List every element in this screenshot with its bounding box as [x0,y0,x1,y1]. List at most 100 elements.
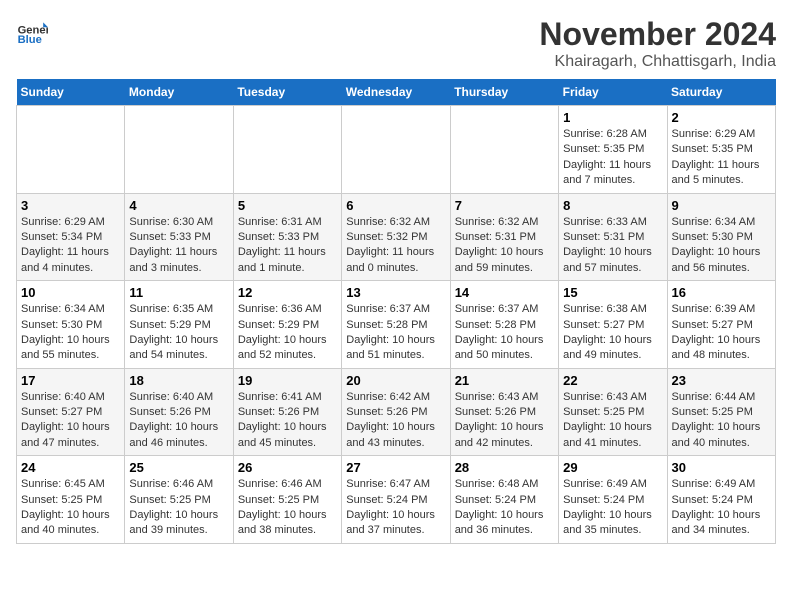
cell-content: Sunrise: 6:34 AM Sunset: 5:30 PM Dayligh… [21,302,120,364]
weekday-header: Saturday [667,79,775,106]
day-number: 28 [455,460,554,475]
day-number: 16 [672,285,771,300]
day-number: 15 [563,285,662,300]
calendar-cell [125,106,233,194]
cell-content: Sunrise: 6:28 AM Sunset: 5:35 PM Dayligh… [563,127,662,189]
weekday-header: Sunday [17,79,125,106]
calendar-week-row: 1 Sunrise: 6:28 AM Sunset: 5:35 PM Daylig… [17,106,776,194]
header: General Blue November 2024 Khairagarh, C… [16,16,776,71]
calendar-cell: 28Sunrise: 6:48 AM Sunset: 5:24 PM Dayli… [450,456,558,544]
calendar-cell [450,106,558,194]
cell-content: Sunrise: 6:33 AM Sunset: 5:31 PM Dayligh… [563,215,662,277]
weekday-header-row: SundayMondayTuesdayWednesdayThursdayFrid… [17,79,776,106]
weekday-header: Thursday [450,79,558,106]
cell-content: Sunrise: 6:45 AM Sunset: 5:25 PM Dayligh… [21,477,120,539]
day-number: 29 [563,460,662,475]
day-number: 14 [455,285,554,300]
day-number: 11 [129,285,228,300]
calendar-cell: 30 Sunrise: 6:49 AM Sunset: 5:24 PM Dayli… [667,456,775,544]
cell-content: Sunrise: 6:32 AM Sunset: 5:31 PM Dayligh… [455,215,554,277]
calendar-cell: 15 Sunrise: 6:38 AM Sunset: 5:27 PM Dayli… [559,281,667,369]
cell-content: Sunrise: 6:40 AM Sunset: 5:26 PM Dayligh… [129,390,228,452]
calendar-cell: 14 Sunrise: 6:37 AM Sunset: 5:28 PM Dayli… [450,281,558,369]
day-number: 17 [21,373,120,388]
calendar-cell: 25Sunrise: 6:46 AM Sunset: 5:25 PM Dayli… [125,456,233,544]
calendar-cell [233,106,341,194]
day-number: 8 [563,198,662,213]
day-number: 12 [238,285,337,300]
day-number: 7 [455,198,554,213]
cell-content: Sunrise: 6:39 AM Sunset: 5:27 PM Dayligh… [672,302,771,364]
day-number: 9 [672,198,771,213]
day-number: 19 [238,373,337,388]
calendar-cell: 23Sunrise: 6:44 AM Sunset: 5:25 PM Dayli… [667,368,775,456]
calendar-cell: 27 Sunrise: 6:47 AM Sunset: 5:24 PM Dayli… [342,456,450,544]
calendar-cell: 12 Sunrise: 6:36 AM Sunset: 5:29 PM Dayli… [233,281,341,369]
day-number: 20 [346,373,445,388]
calendar-cell: 20 Sunrise: 6:42 AM Sunset: 5:26 PM Dayli… [342,368,450,456]
cell-content: Sunrise: 6:41 AM Sunset: 5:26 PM Dayligh… [238,390,337,452]
cell-content: Sunrise: 6:44 AM Sunset: 5:25 PM Dayligh… [672,390,771,452]
day-number: 2 [672,110,771,125]
cell-content: Sunrise: 6:32 AM Sunset: 5:32 PM Dayligh… [346,215,445,277]
cell-content: Sunrise: 6:49 AM Sunset: 5:24 PM Dayligh… [672,477,771,539]
calendar-cell: 13Sunrise: 6:37 AM Sunset: 5:28 PM Dayli… [342,281,450,369]
calendar-cell: 8 Sunrise: 6:33 AM Sunset: 5:31 PM Daylig… [559,193,667,281]
calendar-cell: 29 Sunrise: 6:49 AM Sunset: 5:24 PM Dayli… [559,456,667,544]
day-number: 10 [21,285,120,300]
cell-content: Sunrise: 6:40 AM Sunset: 5:27 PM Dayligh… [21,390,120,452]
cell-content: Sunrise: 6:36 AM Sunset: 5:29 PM Dayligh… [238,302,337,364]
cell-content: Sunrise: 6:46 AM Sunset: 5:25 PM Dayligh… [238,477,337,539]
calendar-cell: 2 Sunrise: 6:29 AM Sunset: 5:35 PM Daylig… [667,106,775,194]
day-number: 18 [129,373,228,388]
calendar-cell [342,106,450,194]
day-number: 21 [455,373,554,388]
calendar-cell: 18 Sunrise: 6:40 AM Sunset: 5:26 PM Dayli… [125,368,233,456]
calendar-cell: 9 Sunrise: 6:34 AM Sunset: 5:30 PM Daylig… [667,193,775,281]
calendar-cell: 24 Sunrise: 6:45 AM Sunset: 5:25 PM Dayli… [17,456,125,544]
calendar-cell: 10 Sunrise: 6:34 AM Sunset: 5:30 PM Dayli… [17,281,125,369]
weekday-header: Wednesday [342,79,450,106]
cell-content: Sunrise: 6:43 AM Sunset: 5:25 PM Dayligh… [563,390,662,452]
calendar-table: SundayMondayTuesdayWednesdayThursdayFrid… [16,79,776,544]
calendar-week-row: 24 Sunrise: 6:45 AM Sunset: 5:25 PM Dayli… [17,456,776,544]
calendar-cell: 17 Sunrise: 6:40 AM Sunset: 5:27 PM Dayli… [17,368,125,456]
weekday-header: Friday [559,79,667,106]
cell-content: Sunrise: 6:47 AM Sunset: 5:24 PM Dayligh… [346,477,445,539]
svg-text:Blue: Blue [18,34,42,46]
day-number: 22 [563,373,662,388]
calendar-cell: 1 Sunrise: 6:28 AM Sunset: 5:35 PM Daylig… [559,106,667,194]
day-number: 27 [346,460,445,475]
calendar-week-row: 17 Sunrise: 6:40 AM Sunset: 5:27 PM Dayli… [17,368,776,456]
day-number: 5 [238,198,337,213]
day-number: 6 [346,198,445,213]
day-number: 1 [563,110,662,125]
subtitle: Khairagarh, Chhattisgarh, India [539,53,776,71]
day-number: 24 [21,460,120,475]
main-title: November 2024 [539,16,776,53]
calendar-cell: 11 Sunrise: 6:35 AM Sunset: 5:29 PM Dayli… [125,281,233,369]
day-number: 13 [346,285,445,300]
calendar-cell: 6 Sunrise: 6:32 AM Sunset: 5:32 PM Daylig… [342,193,450,281]
calendar-cell: 19 Sunrise: 6:41 AM Sunset: 5:26 PM Dayli… [233,368,341,456]
cell-content: Sunrise: 6:43 AM Sunset: 5:26 PM Dayligh… [455,390,554,452]
cell-content: Sunrise: 6:29 AM Sunset: 5:35 PM Dayligh… [672,127,771,189]
cell-content: Sunrise: 6:38 AM Sunset: 5:27 PM Dayligh… [563,302,662,364]
calendar-week-row: 3Sunrise: 6:29 AM Sunset: 5:34 PM Daylig… [17,193,776,281]
cell-content: Sunrise: 6:42 AM Sunset: 5:26 PM Dayligh… [346,390,445,452]
cell-content: Sunrise: 6:37 AM Sunset: 5:28 PM Dayligh… [455,302,554,364]
cell-content: Sunrise: 6:31 AM Sunset: 5:33 PM Dayligh… [238,215,337,277]
cell-content: Sunrise: 6:49 AM Sunset: 5:24 PM Dayligh… [563,477,662,539]
logo-icon: General Blue [16,16,48,48]
weekday-header: Monday [125,79,233,106]
day-number: 30 [672,460,771,475]
cell-content: Sunrise: 6:34 AM Sunset: 5:30 PM Dayligh… [672,215,771,277]
calendar-cell [17,106,125,194]
cell-content: Sunrise: 6:35 AM Sunset: 5:29 PM Dayligh… [129,302,228,364]
calendar-cell: 3Sunrise: 6:29 AM Sunset: 5:34 PM Daylig… [17,193,125,281]
logo: General Blue [16,16,48,48]
day-number: 3 [21,198,120,213]
day-number: 4 [129,198,228,213]
title-block: November 2024 Khairagarh, Chhattisgarh, … [539,16,776,71]
cell-content: Sunrise: 6:30 AM Sunset: 5:33 PM Dayligh… [129,215,228,277]
